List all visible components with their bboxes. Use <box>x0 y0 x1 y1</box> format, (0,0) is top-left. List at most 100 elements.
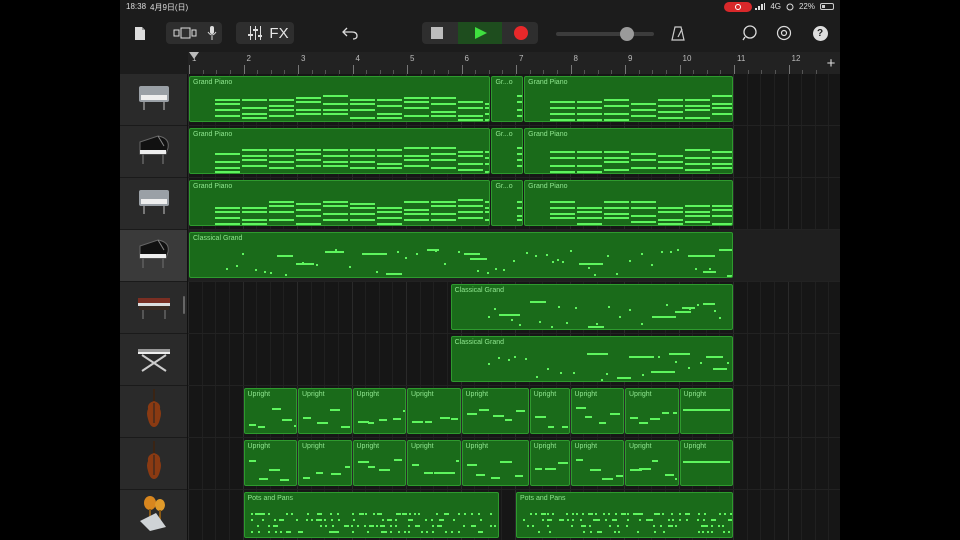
track-lane[interactable]: Classical Grand <box>188 282 840 334</box>
ruler-bar-tick <box>352 65 354 74</box>
midi-note <box>678 513 681 515</box>
record-button[interactable] <box>514 26 528 40</box>
midi-note <box>330 519 333 521</box>
midi-note <box>269 211 294 213</box>
region-name: Upright <box>356 391 380 398</box>
undo-button[interactable] <box>340 22 360 44</box>
midi-region[interactable]: Upright <box>625 388 679 434</box>
fx-button[interactable]: FX <box>269 25 288 42</box>
midi-region[interactable]: Upright <box>407 388 461 434</box>
midi-note <box>712 167 732 169</box>
loop-browser-button[interactable] <box>740 22 760 44</box>
track-lane[interactable]: Classical Grand <box>188 230 840 282</box>
midi-region[interactable]: Upright <box>243 440 297 486</box>
midi-region[interactable]: Classical Grand <box>450 284 733 330</box>
help-button[interactable]: ? <box>810 22 830 44</box>
midi-note <box>263 271 266 274</box>
midi-region[interactable]: Upright <box>298 440 352 486</box>
midi-region[interactable]: Grand Piano <box>524 128 733 174</box>
midi-region[interactable]: Gr...o <box>491 76 524 122</box>
settings-button[interactable] <box>774 22 794 44</box>
track-lane[interactable]: Grand Piano Gr...o Grand Piano <box>188 126 840 178</box>
midi-region[interactable]: Upright <box>243 388 297 434</box>
midi-note <box>726 362 729 365</box>
midi-region[interactable]: Upright <box>570 388 624 434</box>
midi-note <box>377 167 402 169</box>
midi-note <box>550 101 576 103</box>
region-name: Upright <box>411 443 434 450</box>
track-header[interactable] <box>120 334 187 386</box>
midi-note <box>493 415 505 418</box>
track-header[interactable] <box>120 438 187 490</box>
midi-note <box>508 359 511 362</box>
midi-note <box>337 513 340 515</box>
track-header[interactable] <box>120 282 187 334</box>
ruler-bar-tick <box>570 65 572 74</box>
microphone-button[interactable] <box>203 26 221 40</box>
midi-region[interactable]: Classical Grand <box>189 232 733 278</box>
ruler-bar-number: 7 <box>519 54 524 63</box>
view-toggle-button[interactable] <box>167 27 203 39</box>
midi-note <box>357 525 360 527</box>
midi-region[interactable]: Grand Piano <box>189 76 491 122</box>
midi-note <box>588 267 591 270</box>
midi-note <box>703 519 706 521</box>
stop-button[interactable] <box>431 27 443 39</box>
my-songs-button[interactable] <box>132 22 148 44</box>
midi-note <box>285 513 288 515</box>
midi-region[interactable]: Grand Piano <box>524 76 733 122</box>
volume-knob[interactable] <box>619 27 634 41</box>
midi-region[interactable]: Pots and Pans <box>243 492 499 538</box>
timeline-ruler[interactable]: 1 2 3 4 5 6 7 8 9 10 11 12 <box>188 52 840 75</box>
track-lane[interactable]: Upright Upright Upright Upright Upright Uprig… <box>188 386 840 438</box>
midi-region[interactable]: Upright <box>625 440 679 486</box>
track-lane[interactable]: Upright Upright Upright Upright Upright Uprig… <box>188 438 840 490</box>
midi-region[interactable]: Grand Piano <box>189 180 491 226</box>
play-button[interactable] <box>458 22 502 44</box>
midi-region[interactable]: Upright <box>529 440 570 486</box>
track-header[interactable] <box>120 178 187 230</box>
midi-region[interactable]: Upright <box>461 388 529 434</box>
midi-note <box>711 525 714 527</box>
midi-region[interactable]: Upright <box>679 440 733 486</box>
track-lane[interactable]: Classical Grand <box>188 334 840 386</box>
midi-region[interactable]: Upright <box>298 388 352 434</box>
track-lane[interactable]: Grand Piano Gr...o Grand Piano <box>188 178 840 230</box>
midi-note <box>330 513 333 515</box>
midi-note <box>589 468 601 471</box>
metronome-button[interactable] <box>668 22 688 44</box>
track-header[interactable] <box>120 490 187 540</box>
midi-note <box>566 519 569 521</box>
midi-note <box>269 205 294 207</box>
midi-region[interactable]: Grand Piano <box>524 180 733 226</box>
midi-note <box>630 416 638 419</box>
track-header[interactable] <box>120 386 187 438</box>
track-lane[interactable]: Grand Piano Gr...o Grand Piano <box>188 74 840 126</box>
midi-region[interactable]: Upright <box>461 440 529 486</box>
midi-region[interactable]: Upright <box>570 440 624 486</box>
midi-region[interactable]: Classical Grand <box>450 336 733 382</box>
track-header[interactable] <box>120 74 187 126</box>
midi-note <box>685 99 711 101</box>
track-header[interactable] <box>120 126 187 178</box>
midi-note <box>377 163 402 165</box>
midi-note <box>319 525 322 527</box>
track-header[interactable] <box>120 230 187 282</box>
midi-region[interactable]: Upright <box>352 440 406 486</box>
midi-region[interactable]: Upright <box>352 388 406 434</box>
midi-region[interactable]: Upright <box>407 440 461 486</box>
midi-region[interactable]: Pots and Pans <box>516 492 733 538</box>
midi-note <box>577 151 603 153</box>
add-track-button[interactable]: + <box>822 52 840 74</box>
midi-note <box>538 531 541 533</box>
track-lane[interactable]: Pots and Pans Pots and Pans <box>188 490 840 540</box>
midi-region[interactable]: Upright <box>679 388 733 434</box>
mixer-button[interactable] <box>241 26 269 40</box>
master-volume-slider[interactable] <box>556 27 654 41</box>
midi-note <box>423 472 433 475</box>
midi-region[interactable]: Gr...o <box>491 180 524 226</box>
midi-note <box>667 525 673 527</box>
midi-region[interactable]: Gr...o <box>491 128 524 174</box>
midi-region[interactable]: Grand Piano <box>189 128 491 174</box>
midi-region[interactable]: Upright <box>529 388 570 434</box>
